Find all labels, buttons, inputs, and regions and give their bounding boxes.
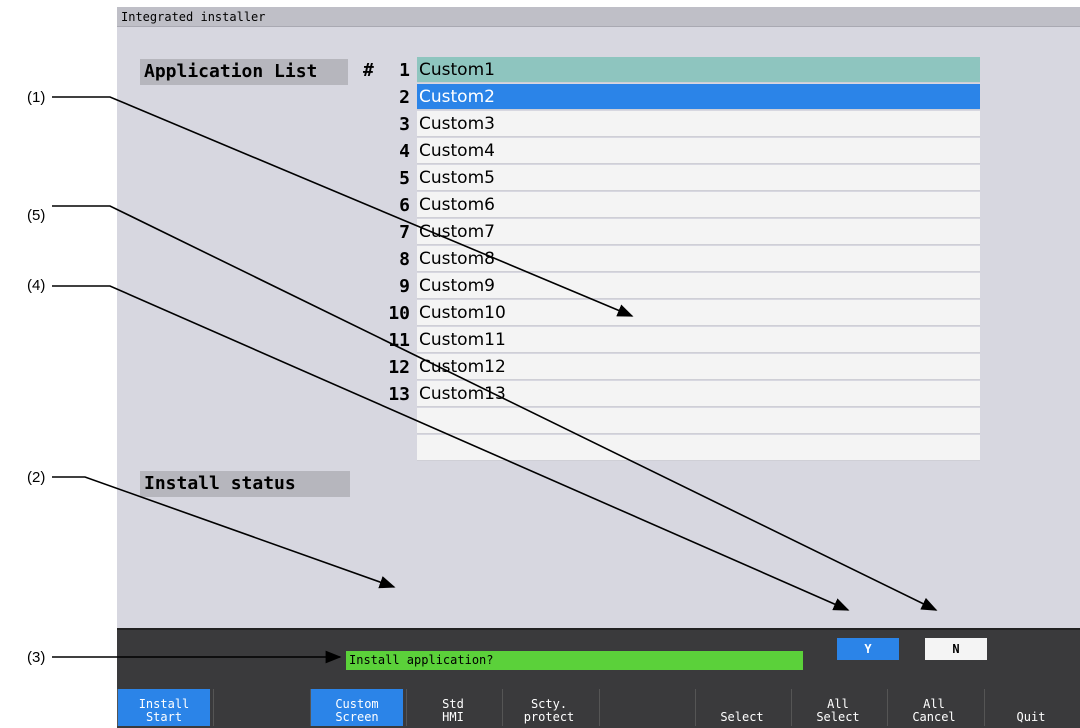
function-key-label: Select bbox=[720, 710, 764, 724]
list-item-number: 9 bbox=[399, 276, 410, 297]
function-key-label: Select bbox=[816, 710, 860, 724]
list-item[interactable]: 3 Custom3 bbox=[362, 111, 980, 138]
annotation-2: (2) bbox=[27, 469, 46, 486]
application-list-label: Application List bbox=[140, 59, 348, 85]
list-item[interactable]: 4 Custom4 bbox=[362, 138, 980, 165]
function-key-label: protect bbox=[523, 710, 575, 724]
list-item-name[interactable]: Custom7 bbox=[417, 219, 980, 245]
list-item-name[interactable]: Custom6 bbox=[417, 192, 980, 218]
function-key-4[interactable]: Std HMI bbox=[406, 689, 499, 726]
list-item[interactable]: 11 Custom11 bbox=[362, 327, 980, 354]
list-item-name[interactable]: Custom2 bbox=[417, 84, 980, 110]
list-item-name[interactable] bbox=[417, 408, 980, 434]
annotation-3: (3) bbox=[27, 649, 46, 666]
function-key-6[interactable] bbox=[599, 689, 692, 726]
list-item-name[interactable] bbox=[417, 435, 980, 461]
installer-screen: Integrated installer Application List # … bbox=[117, 7, 1080, 728]
function-key-9[interactable]: All Cancel bbox=[887, 689, 980, 726]
list-item-number: 13 bbox=[388, 384, 410, 405]
list-item[interactable] bbox=[362, 408, 980, 435]
list-item[interactable]: 8 Custom8 bbox=[362, 246, 980, 273]
list-item-number: 12 bbox=[388, 357, 410, 378]
function-key-3[interactable]: Custom Screen bbox=[310, 689, 403, 726]
list-item-number: 10 bbox=[388, 303, 410, 324]
list-item-name[interactable]: Custom9 bbox=[417, 273, 980, 299]
function-key-label: Start bbox=[145, 710, 183, 724]
list-item[interactable]: 1 Custom1 bbox=[362, 57, 980, 84]
list-item-number: 8 bbox=[399, 249, 410, 270]
no-button[interactable]: N bbox=[925, 638, 987, 660]
function-key-label: Quit bbox=[1016, 710, 1046, 724]
function-key-10[interactable]: Quit bbox=[984, 689, 1077, 726]
list-item[interactable]: 13 Custom13 bbox=[362, 381, 980, 408]
function-key-8[interactable]: All Select bbox=[791, 689, 884, 726]
list-item-number: 11 bbox=[388, 330, 410, 351]
function-key-7[interactable]: Select bbox=[695, 689, 788, 726]
annotation-5: (5) bbox=[27, 207, 46, 224]
list-item-name[interactable]: Custom12 bbox=[417, 354, 980, 380]
list-item-number: 6 bbox=[399, 195, 410, 216]
list-item-name[interactable]: Custom3 bbox=[417, 111, 980, 137]
list-item[interactable]: 12 Custom12 bbox=[362, 354, 980, 381]
install-status-label: Install status bbox=[140, 471, 350, 497]
function-key-label: HMI bbox=[442, 710, 464, 724]
function-key-bar: Install Start Custom Screen Std HMI Scty. prote… bbox=[117, 689, 1080, 726]
list-item-name[interactable]: Custom4 bbox=[417, 138, 980, 164]
list-item-number: 5 bbox=[399, 168, 410, 189]
list-item[interactable]: 9 Custom9 bbox=[362, 273, 980, 300]
yes-button[interactable]: Y bbox=[837, 638, 899, 660]
function-key-5[interactable]: Scty. protect bbox=[502, 689, 595, 726]
annotation-1: (1) bbox=[27, 89, 46, 106]
list-item[interactable]: 2 Custom2 bbox=[362, 84, 980, 111]
list-item-name[interactable]: Custom8 bbox=[417, 246, 980, 272]
list-item-number: 3 bbox=[399, 114, 410, 135]
list-item-name[interactable]: Custom13 bbox=[417, 381, 980, 407]
bottom-panel: Install application? Y N Install Start Cus… bbox=[117, 628, 1080, 728]
list-item-number: 4 bbox=[399, 141, 410, 162]
list-item-number: 7 bbox=[399, 222, 410, 243]
list-item-name[interactable]: Custom5 bbox=[417, 165, 980, 191]
list-item-number: 2 bbox=[399, 87, 410, 108]
list-item-name[interactable]: Custom11 bbox=[417, 327, 980, 353]
list-item[interactable] bbox=[362, 435, 980, 462]
list-item[interactable]: 7 Custom7 bbox=[362, 219, 980, 246]
list-item[interactable]: 10 Custom10 bbox=[362, 300, 980, 327]
list-item[interactable]: 6 Custom6 bbox=[362, 192, 980, 219]
message-bar: Install application? bbox=[346, 651, 803, 670]
function-key-1[interactable]: Install Start bbox=[117, 689, 210, 726]
function-key-label: Cancel bbox=[912, 710, 956, 724]
list-item-name[interactable]: Custom1 bbox=[417, 57, 980, 83]
list-item[interactable]: 5 Custom5 bbox=[362, 165, 980, 192]
function-key-label: Screen bbox=[335, 710, 379, 724]
annotation-4: (4) bbox=[27, 277, 46, 294]
window-title: Integrated installer bbox=[117, 7, 1080, 27]
list-item-number: 1 bbox=[399, 60, 410, 81]
function-key-2[interactable] bbox=[213, 689, 306, 726]
list-item-name[interactable]: Custom10 bbox=[417, 300, 980, 326]
